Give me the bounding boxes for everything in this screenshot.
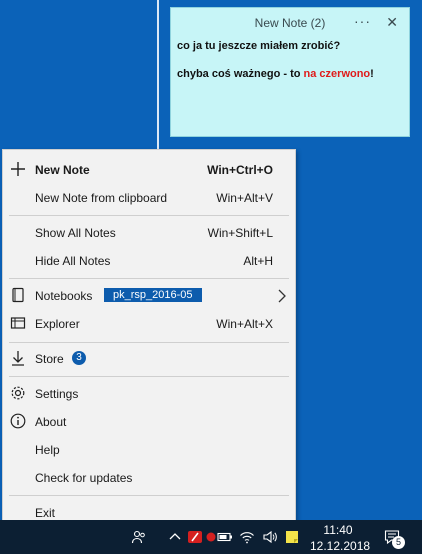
menu-item-shortcut: Alt+H (243, 254, 273, 268)
menu-separator (9, 342, 289, 343)
menu-item-label: Help (35, 443, 60, 457)
notebook-icon (12, 287, 24, 303)
note-red-text: na czerwono (303, 68, 371, 80)
menu-item-label: Settings (35, 387, 79, 401)
gear-icon (11, 386, 25, 400)
menu-item-label: Store (35, 352, 64, 366)
menu-item-label: Exit (35, 506, 56, 520)
note-line-2-end: ! (370, 68, 374, 80)
current-notebook-tag: pk_rsp_2016-05 (104, 288, 202, 302)
menu-item-shortcut: Win+Alt+V (216, 191, 273, 205)
menu-item-label: New Note from clipboard (35, 191, 168, 205)
plus-icon (11, 162, 25, 176)
chevron-right-icon (278, 289, 286, 303)
clock-date: 12.12.2018 (310, 539, 371, 553)
menu-item-new-note[interactable]: New Note Win+Ctrl+O (3, 157, 295, 183)
close-icon[interactable]: ✕ (386, 14, 398, 31)
menu-item-shortcut: Win+Shift+L (207, 226, 273, 240)
explorer-icon (10, 317, 26, 329)
chevron-up-icon[interactable] (167, 529, 183, 545)
menu-item-show-all[interactable]: Show All Notes Win+Shift+L (3, 220, 295, 246)
menu-item-shortcut: Win+Ctrl+O (207, 163, 273, 177)
note-line-2-text: chyba coś ważnego - to (177, 68, 304, 80)
antivirus-icon[interactable] (187, 529, 203, 545)
volume-icon[interactable] (262, 529, 278, 545)
menu-separator (9, 215, 289, 216)
menu-item-store[interactable]: Store 3 (3, 346, 295, 372)
menu-item-explorer[interactable]: Explorer Win+Alt+X (3, 311, 295, 337)
note-line-1: co ja tu jeszcze miałem zrobić? (177, 40, 341, 52)
menu-item-label: About (35, 415, 67, 429)
menu-separator (9, 278, 289, 279)
battery-icon[interactable] (217, 529, 233, 545)
store-update-badge: 3 (72, 351, 86, 365)
menu-item-shortcut: Win+Alt+X (216, 317, 273, 331)
menu-item-about[interactable]: About (3, 409, 295, 435)
people-icon[interactable] (131, 529, 147, 545)
notification-count-badge: 5 (392, 536, 405, 549)
taskbar: 11:40 12.12.2018 5 (0, 520, 422, 554)
menu-item-hide-all[interactable]: Hide All Notes Alt+H (3, 248, 295, 274)
menu-item-label: Notebooks (35, 289, 93, 303)
note-header[interactable]: New Note (2) ··· ✕ (171, 8, 409, 38)
menu-item-label: New Note (35, 163, 90, 177)
menu-item-label: Hide All Notes (35, 254, 111, 268)
menu-item-label: Check for updates (35, 471, 133, 485)
info-icon (10, 413, 26, 429)
menu-item-settings[interactable]: Settings (3, 381, 295, 407)
clock-time: 11:40 (323, 523, 353, 537)
more-options-icon[interactable]: ··· (354, 13, 371, 29)
menu-item-new-from-clipboard[interactable]: New Note from clipboard Win+Alt+V (3, 185, 295, 211)
menu-separator (9, 376, 289, 377)
wifi-icon[interactable] (239, 529, 255, 545)
system-clock[interactable]: 11:40 12.12.2018 (310, 522, 371, 554)
note-body[interactable]: co ja tu jeszcze miałem zrobić? chyba co… (171, 38, 409, 98)
menu-item-help[interactable]: Help (3, 437, 295, 463)
menu-item-notebooks[interactable]: Notebooks pk_rsp_2016-05 (3, 283, 295, 309)
menu-item-check-updates[interactable]: Check for updates (3, 465, 295, 491)
menu-item-label: Show All Notes (35, 226, 116, 240)
sticky-notes-tray-icon[interactable] (284, 529, 300, 545)
context-menu: New Note Win+Ctrl+O New Note from clipbo… (2, 149, 296, 527)
download-icon (12, 351, 24, 366)
menu-separator (9, 495, 289, 496)
note-line-2: chyba coś ważnego - to na czerwono! (177, 68, 403, 80)
menu-item-label: Explorer (35, 317, 80, 331)
desktop-divider (157, 0, 159, 150)
note-title: New Note (2) (254, 16, 326, 30)
sticky-note[interactable]: New Note (2) ··· ✕ co ja tu jeszcze miał… (170, 7, 410, 137)
